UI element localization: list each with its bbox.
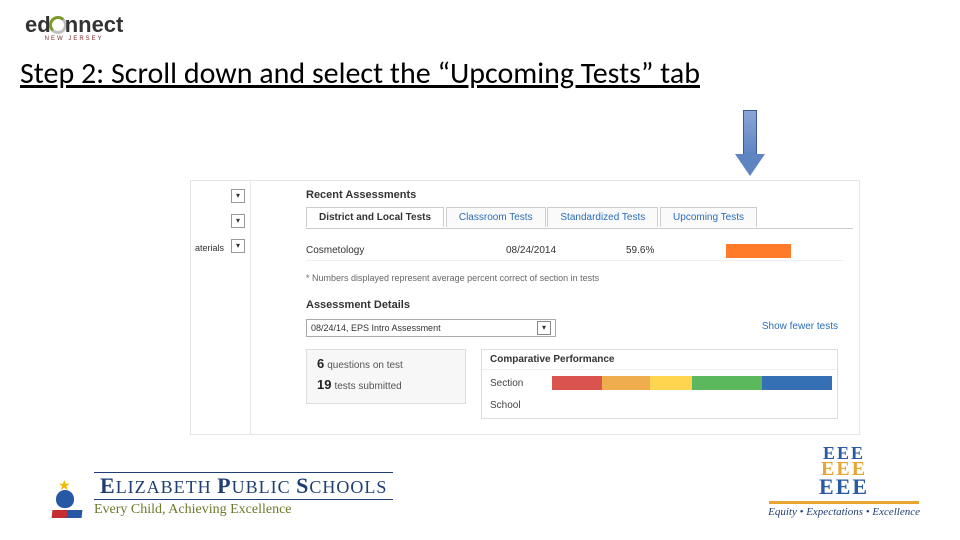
bar-segment-blue (762, 376, 832, 390)
eps-tagline: Every Child, Achieving Excellence (94, 502, 393, 518)
tab-classroom[interactable]: Classroom Tests (446, 207, 546, 227)
eee-stack-icon: EEE EEE EEE (768, 446, 920, 497)
eps-figure-icon: ★ (50, 478, 84, 518)
stats-questions: 6questions on test (317, 356, 455, 371)
tab-standardized[interactable]: Standardized Tests (547, 207, 658, 227)
assessment-details-title: Assessment Details (306, 299, 410, 311)
stats-t-count: 19 (317, 377, 331, 392)
tab-district-local[interactable]: District and Local Tests (306, 207, 444, 227)
arrow-head-icon (735, 154, 765, 176)
comparative-row-school: School (490, 400, 521, 411)
eee-logo: EEE EEE EEE Equity • Expectations • Exce… (768, 446, 920, 518)
sidebar-dropdown-3[interactable]: ▾ (231, 239, 245, 253)
sidebar: ▾ ▾ ▾ aterials (191, 181, 251, 434)
bar-segment-red (552, 376, 602, 390)
eps-cap2: P (217, 473, 231, 498)
recent-assessments-title: Recent Assessments (306, 189, 416, 201)
logo-suffix: nnect (65, 12, 124, 37)
assessment-tab-row: District and Local Tests Classroom Tests… (306, 207, 853, 229)
eps-logo: ★ ELIZABETH PUBLIC SCHOOLS Every Child, … (50, 472, 393, 518)
show-fewer-link[interactable]: Show fewer tests (762, 321, 838, 332)
bar-segment-green (692, 376, 762, 390)
logo-prefix: ed (25, 12, 51, 38)
assessment-details-dropdown[interactable]: 08/24/14, EPS Intro Assessment ▾ (306, 319, 556, 337)
performance-colorbar (552, 376, 832, 390)
main-panel: Recent Assessments District and Local Te… (266, 181, 853, 434)
tab-upcoming[interactable]: Upcoming Tests (660, 207, 757, 227)
eps-text: ELIZABETH PUBLIC SCHOOLS Every Child, Ac… (94, 472, 393, 518)
sidebar-dropdown-2[interactable]: ▾ (231, 214, 245, 228)
eps-r2: UBLIC (232, 477, 297, 497)
eee-divider (769, 501, 919, 504)
chevron-down-icon: ▾ (537, 321, 551, 335)
eee-tagline: Equity • Expectations • Excellence (768, 506, 920, 518)
bar-segment-orange (602, 376, 650, 390)
stats-box: 6questions on test 19tests submitted (306, 349, 466, 404)
figure-body-icon (56, 490, 74, 508)
edconnect-logo: ednnect NEW JERSEY (25, 12, 123, 42)
arrow-shaft-icon (743, 110, 757, 155)
arrow-annotation (735, 110, 765, 180)
comparative-title: Comparative Performance (482, 350, 837, 370)
app-screenshot: ▾ ▾ ▾ aterials Recent Assessments Distri… (190, 180, 860, 435)
eee-line3: EEE (768, 478, 920, 497)
dropdown-value: 08/24/14, EPS Intro Assessment (311, 323, 441, 333)
eps-cap3: S (296, 473, 309, 498)
eps-r3: CHOOLS (309, 477, 387, 497)
comparative-performance-box: Comparative Performance Section School (481, 349, 838, 419)
bar-segment-yellow (650, 376, 692, 390)
stats-tests: 19tests submitted (317, 377, 455, 392)
eps-name: ELIZABETH PUBLIC SCHOOLS (94, 472, 393, 500)
eps-cap1: E (100, 473, 116, 498)
sidebar-label-fragment: aterials (195, 243, 224, 253)
book-icon (52, 510, 83, 518)
assessment-name: Cosmetology (306, 245, 506, 256)
assessment-percent: 59.6% (626, 245, 706, 256)
assessment-row[interactable]: Cosmetology 08/24/2014 59.6% (306, 241, 843, 261)
stats-q-count: 6 (317, 356, 324, 371)
sidebar-dropdown-1[interactable]: ▾ (231, 189, 245, 203)
stats-t-label: tests submitted (334, 381, 401, 392)
assessment-date: 08/24/2014 (506, 245, 626, 256)
stats-q-label: questions on test (327, 360, 403, 371)
step-title: Step 2: Scroll down and select the “Upco… (20, 55, 940, 92)
footnote-text: * Numbers displayed represent average pe… (306, 273, 599, 283)
assessment-bar-icon (726, 244, 791, 258)
comparative-row-section: Section (490, 378, 523, 389)
eps-r1: LIZABETH (116, 477, 217, 497)
